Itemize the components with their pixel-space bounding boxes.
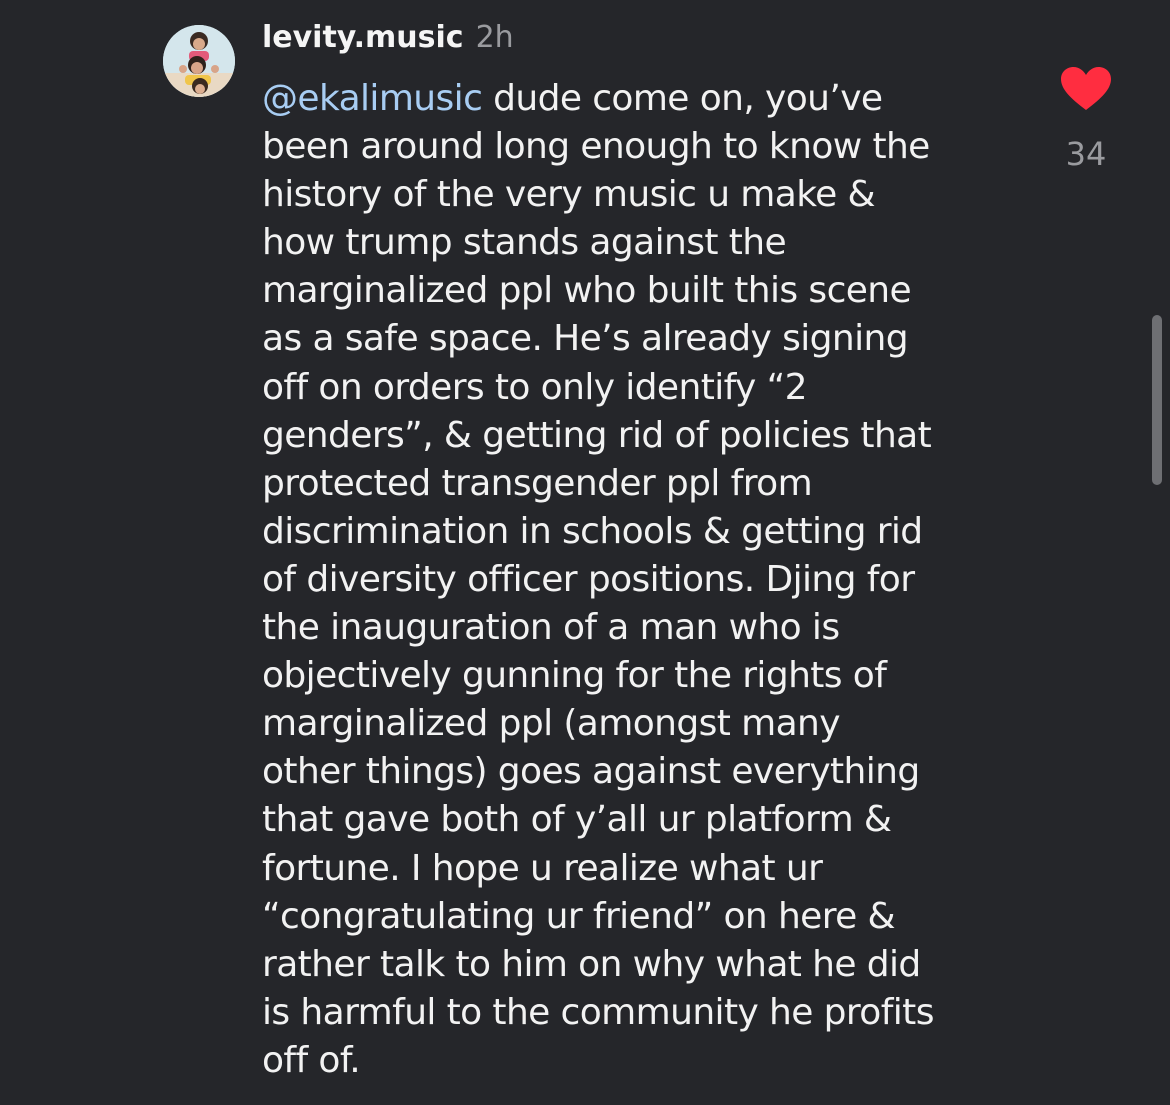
comment-line: @ekalimusic dude come on, you’ve: [262, 75, 1022, 123]
like-count: 34: [1065, 135, 1107, 173]
heart-icon: [1061, 67, 1111, 110]
comment-line: off on orders to only identify “2: [262, 366, 808, 408]
comment-line: off of.: [262, 1039, 361, 1081]
comment-line: fortune. I hope u realize what ur: [262, 847, 823, 889]
comment-line: protected transgender ppl from: [262, 462, 813, 504]
avatar[interactable]: [163, 25, 235, 97]
comment-line: of diversity officer positions. Djing fo…: [262, 558, 915, 600]
like-button[interactable]: [1058, 64, 1114, 114]
username[interactable]: levity.music: [262, 20, 464, 55]
timestamp: 2h: [475, 20, 514, 55]
comment-line: the inauguration of a man who is: [262, 607, 840, 649]
comment-header: levity.music 2h: [262, 20, 514, 64]
comment-line: “congratulating ur friend” on here &: [262, 895, 896, 937]
comment-line: marginalized ppl who built this scene: [262, 270, 912, 312]
scrollbar[interactable]: [1152, 315, 1162, 485]
comment-line: as a safe space. He’s already signing: [262, 318, 909, 360]
comment-screen: levity.music 2h @ekalimusic dude come on…: [0, 0, 1170, 1105]
comment-item: levity.music 2h @ekalimusic dude come on…: [0, 0, 1170, 1105]
comment-line: other things) goes against everything: [262, 751, 920, 793]
comment-line: marginalized ppl (amongst many: [262, 703, 841, 745]
comment-line: is harmful to the community he profits: [262, 991, 934, 1033]
mention-link[interactable]: @ekalimusic: [262, 78, 483, 119]
comment-line: that gave both of y’all ur platform &: [262, 799, 892, 841]
comment-line: objectively gunning for the rights of: [262, 655, 887, 697]
comment-line: how trump stands against the: [262, 222, 787, 264]
avatar-image: [163, 25, 235, 97]
comment-line: genders”, & getting rid of policies that: [262, 414, 932, 456]
comment-line: been around long enough to know the: [262, 126, 930, 168]
comment-line: history of the very music u make &: [262, 174, 876, 216]
comment-line: rather talk to him on why what he did: [262, 943, 921, 985]
comment-line-text: dude come on, you’ve: [482, 78, 883, 119]
comment-body: @ekalimusic dude come on, you’ve been ar…: [262, 75, 1022, 1085]
comment-line: discrimination in schools & getting rid: [262, 510, 923, 552]
